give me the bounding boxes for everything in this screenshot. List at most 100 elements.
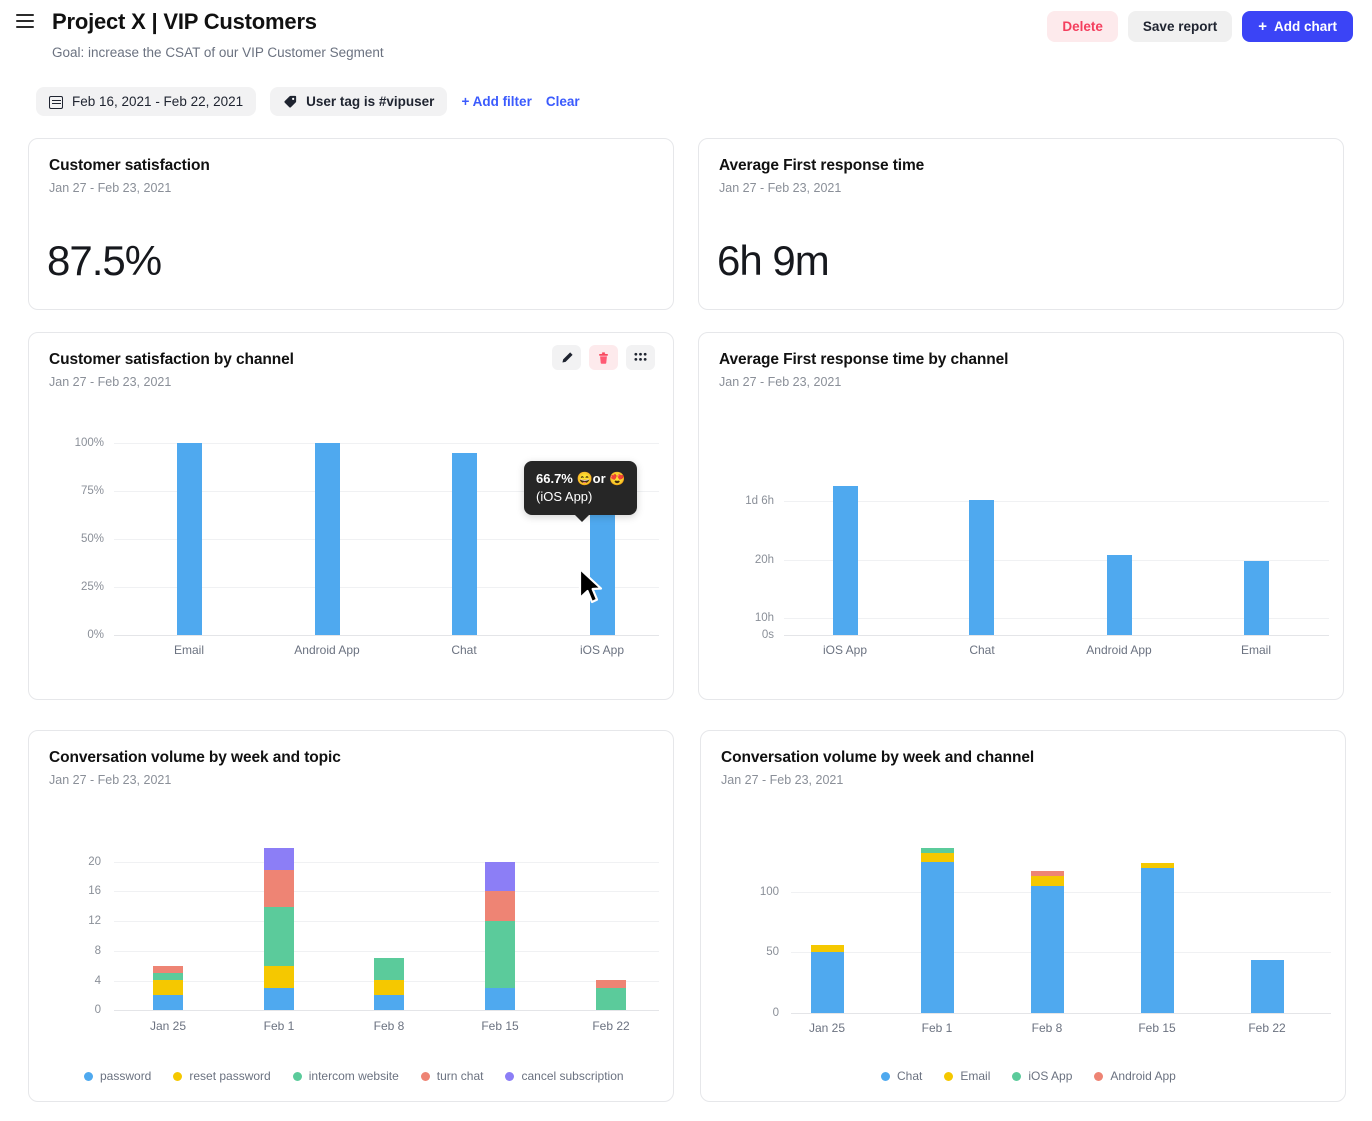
legend-item[interactable]: iOS App: [1012, 1069, 1072, 1083]
x-axis-line: [114, 1010, 659, 1011]
add-filter-button[interactable]: + Add filter: [461, 94, 531, 109]
x-tick-label: iOS App: [822, 643, 868, 657]
y-tick-label: 50: [766, 946, 779, 958]
stack-seg-password[interactable]: [264, 988, 294, 1010]
card-volume-by-channel[interactable]: Conversation volume by week and channel …: [700, 730, 1346, 1102]
stack-seg-reset-password[interactable]: [374, 980, 404, 995]
y-tick-label: 0: [94, 1004, 101, 1016]
legend-item[interactable]: Email: [944, 1069, 990, 1083]
stack-seg-intercom-website[interactable]: [374, 958, 404, 980]
x-tick-label: Feb 1: [263, 1019, 295, 1033]
stack-seg-turn-chat[interactable]: [485, 891, 515, 921]
stack-seg-reset-password[interactable]: [153, 980, 183, 995]
card-frt-by-channel[interactable]: Average First response time by channel J…: [698, 332, 1344, 700]
legend-item[interactable]: turn chat: [420, 1069, 483, 1083]
hamburger-icon[interactable]: [16, 14, 34, 28]
legend-item[interactable]: cancel subscription: [505, 1069, 624, 1083]
stack-seg-email[interactable]: [1031, 876, 1064, 886]
stack-seg-reset-password[interactable]: [264, 966, 294, 988]
drag-handle-button[interactable]: [626, 345, 655, 370]
stack-seg-cancel-subscription[interactable]: [264, 848, 294, 870]
stack-seg-chat[interactable]: [1031, 886, 1064, 1013]
legend-color-dot: [292, 1071, 302, 1081]
legend-color-dot: [84, 1071, 93, 1081]
legend-label: Email: [960, 1069, 991, 1083]
gridline: [114, 951, 659, 952]
card-title: Average First response time by channel: [719, 351, 1009, 368]
calendar-icon: [49, 95, 63, 109]
stack-seg-email[interactable]: [1141, 863, 1174, 868]
stack-seg-intercom-website[interactable]: [153, 973, 183, 980]
legend-item[interactable]: intercom website: [292, 1069, 399, 1083]
stack-seg-chat[interactable]: [811, 952, 844, 1013]
top-bar: Project X | VIP Customers Goal: increase…: [0, 0, 1372, 78]
card-toolbar: [552, 345, 655, 370]
gridline: [114, 891, 659, 892]
x-tick-label: Feb 8: [373, 1019, 405, 1033]
stack-seg-password[interactable]: [485, 988, 515, 1010]
user-tag-filter[interactable]: User tag is #vipuser: [270, 87, 448, 116]
date-range-filter[interactable]: Feb 16, 2021 - Feb 22, 2021: [36, 87, 257, 116]
y-tick-label: 100%: [74, 437, 104, 449]
stack-seg-ios-app[interactable]: [921, 848, 954, 853]
bar-ios-app[interactable]: [833, 486, 858, 635]
x-tick-label: Android App: [1086, 643, 1152, 657]
csat-value: 87.5%: [47, 237, 162, 284]
stack-seg-email[interactable]: [811, 945, 844, 952]
legend-item[interactable]: reset password: [173, 1069, 271, 1083]
card-csat-by-channel[interactable]: Customer satisfaction by channel Jan 27 …: [28, 332, 674, 700]
stack-seg-android-app[interactable]: [1031, 871, 1064, 876]
legend-label: password: [100, 1069, 152, 1083]
card-average-first-response-time[interactable]: Average First response time Jan 27 - Feb…: [698, 138, 1344, 310]
bar-chat[interactable]: [452, 453, 477, 635]
delete-report-button[interactable]: Delete: [1047, 11, 1118, 42]
stack-seg-turn-chat[interactable]: [264, 870, 294, 907]
x-tick-label: Feb 8: [1031, 1021, 1063, 1035]
x-tick-label: Feb 22: [1248, 1021, 1286, 1035]
legend-color-dot: [173, 1071, 183, 1081]
chart-frt-by-channel: 1d 6h 20h 10h 0s iOS App Chat Android Ap…: [719, 443, 1329, 683]
stack-seg-chat[interactable]: [1141, 868, 1174, 1013]
stack-seg-turn-chat[interactable]: [153, 966, 183, 973]
card-subtitle: Jan 27 - Feb 23, 2021: [49, 375, 172, 389]
legend-color-dot: [1094, 1071, 1104, 1081]
stack-seg-intercom-website[interactable]: [596, 988, 626, 1010]
stack-seg-intercom-website[interactable]: [485, 921, 515, 988]
stack-seg-cancel-subscription[interactable]: [485, 862, 515, 891]
stack-seg-email[interactable]: [921, 853, 954, 862]
card-subtitle: Jan 27 - Feb 23, 2021: [719, 181, 842, 195]
stack-seg-chat[interactable]: [1251, 960, 1284, 1013]
stack-seg-password[interactable]: [153, 995, 183, 1010]
edit-chart-button[interactable]: [552, 345, 581, 370]
legend-item[interactable]: Android App: [1094, 1069, 1176, 1083]
chart-volume-by-channel: 100 50 0 Jan 25 Feb 1 Feb 8 Feb 15 Feb 2…: [721, 831, 1331, 1071]
legend-item[interactable]: Chat: [881, 1069, 922, 1083]
legend-item[interactable]: password: [84, 1069, 151, 1083]
card-volume-by-topic[interactable]: Conversation volume by week and topic Ja…: [28, 730, 674, 1102]
card-title: Conversation volume by week and topic: [49, 749, 341, 766]
chart-legend: Chat Email iOS App Android App: [881, 1069, 1198, 1083]
bar-chat[interactable]: [969, 500, 994, 635]
bar-email[interactable]: [1244, 561, 1269, 635]
delete-chart-button[interactable]: [589, 345, 618, 370]
legend-color-dot: [881, 1071, 890, 1081]
card-customer-satisfaction[interactable]: Customer satisfaction Jan 27 - Feb 23, 2…: [28, 138, 674, 310]
card-subtitle: Jan 27 - Feb 23, 2021: [49, 181, 172, 195]
legend-color-dot: [944, 1071, 954, 1081]
page-title: Project X | VIP Customers: [52, 9, 317, 34]
tooltip-category: (iOS App): [536, 488, 593, 504]
stack-seg-turn-chat[interactable]: [596, 980, 626, 988]
bar-android-app[interactable]: [1107, 555, 1132, 635]
x-axis-line: [791, 1013, 1331, 1014]
add-chart-button[interactable]: + Add chart: [1242, 11, 1353, 42]
stack-seg-chat[interactable]: [921, 862, 954, 1013]
x-tick-label: Jan 25: [808, 1021, 846, 1035]
stack-seg-intercom-website[interactable]: [264, 907, 294, 966]
bar-email[interactable]: [177, 443, 202, 635]
bar-android-app[interactable]: [315, 443, 340, 635]
legend-color-dot: [1012, 1071, 1022, 1081]
stack-seg-password[interactable]: [374, 995, 404, 1010]
save-report-button[interactable]: Save report: [1127, 11, 1233, 42]
legend-label: reset password: [189, 1069, 271, 1083]
clear-filters-button[interactable]: Clear: [546, 94, 580, 109]
